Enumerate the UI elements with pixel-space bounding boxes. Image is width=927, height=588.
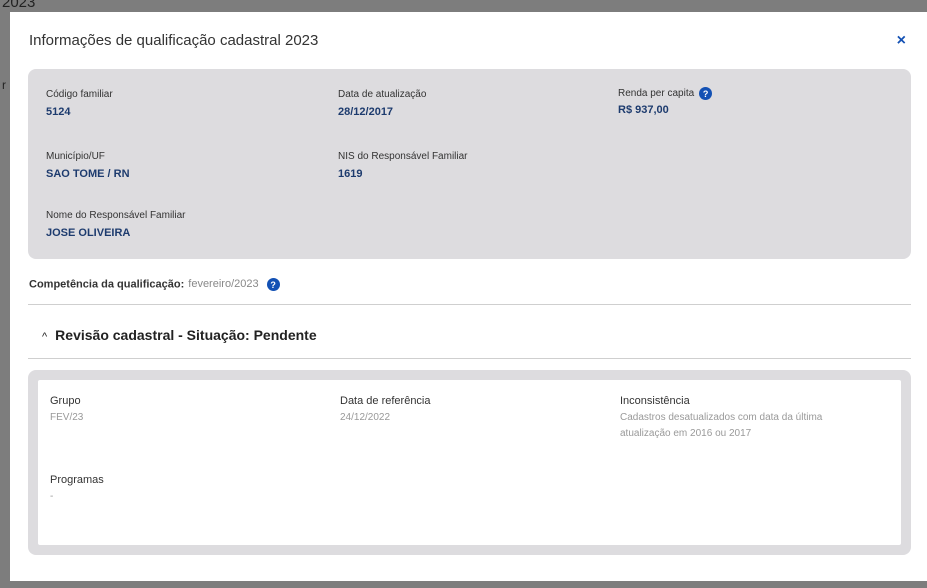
nis-responsavel-value: 1619: [338, 168, 363, 180]
revisao-panel-inner: Grupo FEV/23 Data de referência 24/12/20…: [38, 380, 901, 545]
competencia-label: Competência da qualificação:: [29, 278, 185, 291]
field-nis-responsavel: NIS do Responsável Familiar 1619: [338, 151, 468, 180]
nome-responsavel-label: Nome do Responsável Familiar: [46, 210, 186, 221]
data-referencia-value: 24/12/2022: [340, 412, 391, 423]
nome-responsavel-value: JOSE OLIVEIRA: [46, 227, 131, 239]
field-programas: Programas -: [50, 474, 104, 505]
close-icon[interactable]: ×: [897, 32, 906, 50]
data-referencia-label: Data de referência: [340, 395, 431, 407]
modal-header: Informações de qualificação cadastral 20…: [29, 32, 908, 54]
renda-per-capita-value: R$ 937,00: [618, 104, 669, 116]
inconsistencia-value: Cadastros desatualizados com data da últ…: [620, 412, 823, 439]
field-municipio-uf: Município/UF SAO TOME / RN: [46, 151, 130, 180]
codigo-familiar-value: 5124: [46, 106, 71, 118]
grupo-value: FEV/23: [50, 412, 84, 423]
family-info-panel: Código familiar 5124 Data de atualização…: [28, 69, 911, 259]
revisao-panel: Grupo FEV/23 Data de referência 24/12/20…: [28, 370, 911, 555]
programas-value: -: [50, 491, 54, 502]
field-inconsistencia: Inconsistência Cadastros desatualizados …: [620, 395, 870, 442]
renda-per-capita-label: Renda per capita: [618, 88, 695, 100]
nis-responsavel-label: NIS do Responsável Familiar: [338, 151, 468, 162]
codigo-familiar-label: Código familiar: [46, 89, 113, 100]
help-icon[interactable]: ?: [699, 87, 713, 100]
municipio-uf-value: SAO TOME / RN: [46, 168, 130, 180]
renda-label-row: Renda per capita?: [618, 87, 713, 100]
chevron-up-icon: ^: [42, 331, 48, 343]
divider: [28, 304, 911, 305]
divider: [28, 358, 911, 359]
data-atualizacao-value: 28/12/2017: [338, 106, 394, 118]
field-codigo-familiar: Código familiar 5124: [46, 89, 113, 118]
grupo-label: Grupo: [50, 395, 81, 407]
municipio-uf-label: Município/UF: [46, 151, 105, 162]
modal-title: Informações de qualificação cadastral 20…: [29, 32, 319, 49]
data-atualizacao-label: Data de atualização: [338, 89, 427, 100]
backdrop-side-letter: r: [2, 78, 6, 92]
backdrop-title-fragment: 2023: [2, 0, 36, 11]
field-renda-per-capita: Renda per capita? R$ 937,00: [618, 87, 713, 116]
competencia-row: Competência da qualificação: fevereiro/20…: [29, 278, 280, 291]
field-nome-responsavel: Nome do Responsável Familiar JOSE OLIVEI…: [46, 210, 186, 239]
revisao-section-title: Revisão cadastral - Situação: Pendente: [55, 327, 317, 343]
qualification-modal: Informações de qualificação cadastral 20…: [10, 12, 927, 581]
field-data-atualizacao: Data de atualização 28/12/2017: [338, 89, 426, 118]
competencia-value: fevereiro/2023: [188, 278, 259, 291]
programas-label: Programas: [50, 474, 104, 486]
field-grupo: Grupo FEV/23: [50, 395, 83, 426]
inconsistencia-label: Inconsistência: [620, 395, 690, 407]
field-data-referencia: Data de referência 24/12/2022: [340, 395, 431, 426]
help-icon[interactable]: ?: [266, 278, 280, 291]
revisao-section-toggle[interactable]: ^ Revisão cadastral - Situação: Pendente: [42, 327, 317, 343]
